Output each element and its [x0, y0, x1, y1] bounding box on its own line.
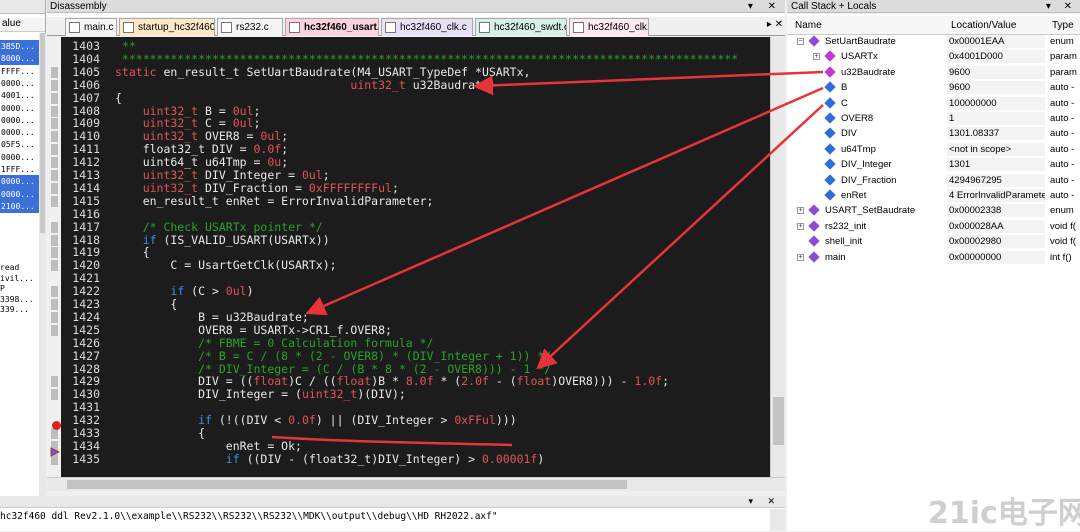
annotation-underline — [271, 435, 513, 447]
annotation-arrow-b — [305, 86, 824, 316]
annotation-arrow-u32baudrate — [473, 70, 824, 96]
annotation-overlay — [271, 70, 824, 447]
watermark-logo: 21ic电子网 — [928, 496, 1080, 531]
annotation-arrow-div — [536, 104, 824, 370]
